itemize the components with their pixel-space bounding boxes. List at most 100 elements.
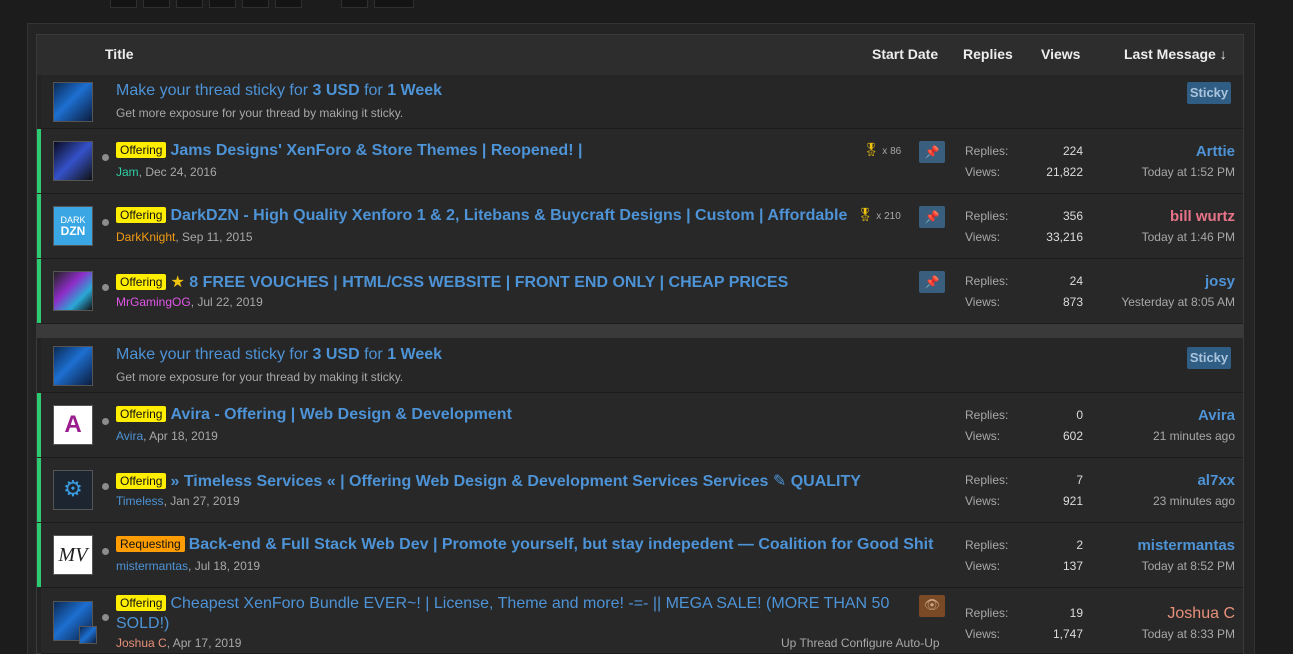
thread-title-continued[interactable]: SOLD!): [116, 615, 169, 633]
page-button[interactable]: [110, 0, 137, 8]
last-poster-link[interactable]: josy: [1205, 273, 1235, 290]
status-dot: [102, 284, 109, 291]
thread-meta: MrGamingOG, Jul 22, 2019: [116, 295, 263, 309]
thread-row[interactable]: ⚙ Offering» Timeless Services « | Offeri…: [37, 458, 1243, 523]
avatar[interactable]: DARK DZN: [53, 206, 93, 246]
prefix-badge[interactable]: Requesting: [116, 536, 185, 552]
sticky-promo-row[interactable]: Make your thread sticky for 3 USD for 1 …: [41, 75, 1243, 129]
up-thread-link[interactable]: Up Thread: [781, 636, 837, 650]
status-dot: [102, 614, 109, 621]
last-poster-link[interactable]: Joshua C: [1167, 605, 1235, 623]
eye-icon[interactable]: 👁: [919, 595, 945, 617]
replies-count: 224: [1062, 144, 1083, 158]
thread-title-link[interactable]: » Timeless Services « | Offering Web Des…: [170, 473, 768, 490]
last-poster-link[interactable]: mistermantas: [1137, 537, 1235, 554]
section-divider: [37, 324, 1243, 338]
configure-auto-up-link[interactable]: Configure Auto-Up: [841, 636, 940, 650]
sticky-promo-title[interactable]: Make your thread sticky for 3 USD for 1 …: [116, 346, 442, 364]
views-label: Views:: [965, 627, 1001, 641]
author-link[interactable]: Avira: [116, 429, 143, 443]
avatar[interactable]: [53, 271, 93, 311]
page-button[interactable]: [209, 0, 236, 8]
avatar[interactable]: A: [53, 405, 93, 445]
column-last-message[interactable]: Last Message ↓: [1124, 46, 1227, 62]
last-poster-link[interactable]: Avira: [1198, 407, 1235, 424]
last-post-time[interactable]: Today at 8:33 PM: [1142, 627, 1235, 641]
page-button[interactable]: [275, 0, 302, 8]
author-link[interactable]: Joshua C: [116, 636, 167, 650]
sticky-promo-title[interactable]: Make your thread sticky for 3 USD for 1 …: [116, 82, 442, 100]
replies-label: Replies:: [965, 274, 1009, 288]
thread-title[interactable]: Offering DarkDZN - High Quality Xenforo 1…: [116, 207, 847, 225]
pin-icon[interactable]: 📌: [919, 206, 945, 228]
thread-title-link[interactable]: Back-end & Full Stack Web Dev | Promote …: [189, 536, 934, 553]
thread-row[interactable]: A Offering Avira - Offering | Web Design …: [37, 393, 1243, 458]
thread-title[interactable]: Offering ★ 8 FREE VOUCHES | HTML/CSS WEBS…: [116, 272, 788, 292]
sticky-badge[interactable]: Sticky: [1187, 347, 1231, 369]
pin-icon[interactable]: 📌: [919, 271, 945, 293]
avatar[interactable]: [53, 82, 93, 122]
column-replies[interactable]: Replies: [963, 46, 1013, 62]
thread-title-link[interactable]: Jams Designs' XenForo & Store Themes | R…: [170, 142, 582, 159]
prefix-badge[interactable]: Offering: [116, 274, 167, 290]
thread-title[interactable]: Requesting Back-end & Full Stack Web Dev …: [116, 536, 933, 554]
author-link[interactable]: mistermantas: [116, 559, 188, 573]
prefix-badge[interactable]: Offering: [116, 406, 167, 422]
thread-title[interactable]: Offering» Timeless Services « | Offering…: [116, 471, 861, 491]
last-post-time[interactable]: Today at 1:46 PM: [1142, 230, 1235, 244]
avatar[interactable]: [53, 141, 93, 181]
last-poster-link[interactable]: al7xx: [1197, 472, 1235, 489]
prefix-badge[interactable]: Offering: [116, 142, 167, 158]
page-button[interactable]: [374, 0, 414, 8]
thread-title-link[interactable]: Cheapest XenForo Bundle EVER~! | License…: [170, 595, 889, 612]
author-link[interactable]: Jam: [116, 165, 139, 179]
column-title[interactable]: Title: [105, 46, 134, 62]
views-count: 33,216: [1046, 230, 1083, 244]
start-date: , Jul 22, 2019: [190, 295, 263, 309]
page-button[interactable]: [242, 0, 269, 8]
last-post-time[interactable]: Yesterday at 8:05 AM: [1121, 295, 1235, 309]
page-button[interactable]: [143, 0, 170, 8]
last-poster-avatar[interactable]: [79, 626, 97, 644]
replies-label: Replies:: [965, 144, 1009, 158]
author-link[interactable]: DarkKnight: [116, 230, 175, 244]
last-post-time[interactable]: Today at 1:52 PM: [1142, 165, 1235, 179]
thread-row[interactable]: Offering Jams Designs' XenForo & Store Th…: [37, 129, 1243, 194]
prefix-badge[interactable]: Offering: [116, 595, 167, 611]
avatar[interactable]: MV: [53, 535, 93, 575]
sticky-accent-bar: [37, 259, 41, 323]
thread-title-link[interactable]: 8 FREE VOUCHES | HTML/CSS WEBSITE | FRON…: [189, 274, 788, 291]
last-poster-link[interactable]: Arttie: [1196, 143, 1235, 160]
prefix-badge[interactable]: Offering: [116, 207, 167, 223]
thread-title[interactable]: Offering Avira - Offering | Web Design & …: [116, 406, 512, 424]
author-link[interactable]: MrGamingOG: [116, 295, 191, 309]
thread-title[interactable]: Offering Cheapest XenForo Bundle EVER~! |…: [116, 595, 889, 613]
avatar[interactable]: [53, 346, 93, 386]
thread-row[interactable]: Offering Cheapest XenForo Bundle EVER~! |…: [41, 588, 1243, 654]
thread-title-link[interactable]: Avira - Offering | Web Design & Developm…: [170, 406, 511, 423]
last-post-time[interactable]: 23 minutes ago: [1153, 494, 1235, 508]
column-views[interactable]: Views: [1041, 46, 1080, 62]
sticky-badge[interactable]: Sticky: [1187, 82, 1231, 104]
last-post-time[interactable]: 21 minutes ago: [1153, 429, 1235, 443]
sticky-promo-row[interactable]: Make your thread sticky for 3 USD for 1 …: [41, 338, 1243, 393]
thread-meta: Joshua C, Apr 17, 2019: [116, 636, 241, 650]
thread-row[interactable]: MV Requesting Back-end & Full Stack Web D…: [37, 523, 1243, 588]
thread-row[interactable]: DARK DZN Offering DarkDZN - High Quality …: [37, 194, 1243, 259]
pin-icon[interactable]: 📌: [919, 141, 945, 163]
prefix-badge[interactable]: Offering: [116, 473, 167, 489]
thread-row[interactable]: Offering ★ 8 FREE VOUCHES | HTML/CSS WEBS…: [37, 259, 1243, 324]
views-label: Views:: [965, 230, 1001, 244]
page-button[interactable]: [341, 0, 368, 8]
thread-title-link[interactable]: DarkDZN - High Quality Xenforo 1 & 2, Li…: [170, 207, 847, 224]
thread-title[interactable]: Offering Jams Designs' XenForo & Store Th…: [116, 142, 582, 160]
column-start-date[interactable]: Start Date: [872, 46, 938, 62]
thread-title-link[interactable]: SOLD!): [116, 615, 169, 632]
avatar[interactable]: ⚙: [53, 470, 93, 510]
views-label: Views:: [965, 559, 1001, 573]
author-link[interactable]: Timeless: [116, 494, 164, 508]
last-poster-link[interactable]: bill wurtz: [1170, 208, 1235, 225]
page-button[interactable]: [176, 0, 203, 8]
thread-title-suffix[interactable]: QUALITY: [786, 473, 861, 490]
last-post-time[interactable]: Today at 8:52 PM: [1142, 559, 1235, 573]
